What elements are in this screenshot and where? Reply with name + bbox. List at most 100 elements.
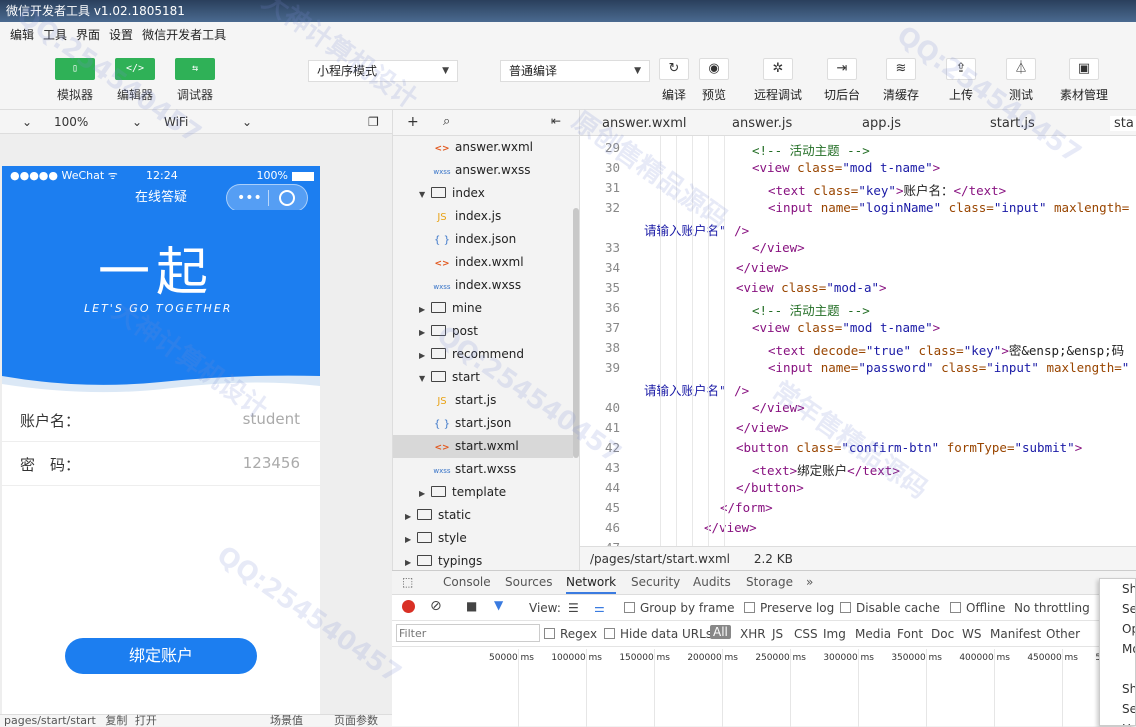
code-line[interactable]: <!-- 活动主题 --> [752,300,870,319]
hide-data-urls[interactable]: Hide data URLs [604,627,712,641]
simulator-icon[interactable]: ▯ [55,58,95,80]
context-menu-item[interactable]: Sh [1100,579,1135,599]
code-line[interactable]: </view> [736,260,789,275]
tab-console[interactable]: Console [443,575,491,589]
code-line[interactable]: </view> [752,400,805,415]
menu-view[interactable]: 界面 [76,26,100,43]
type-font[interactable]: Font [897,627,923,641]
tree-folder[interactable]: ▼ start [393,366,573,389]
code-line[interactable]: <text class="key">账户名：</text> [768,180,1006,199]
chevron-down-icon[interactable]: ▼ [419,367,431,390]
tab-audits[interactable]: Audits [693,575,731,589]
code-line[interactable]: <text>绑定账户</text> [752,460,900,479]
context-menu-item[interactable]: Op [1100,619,1135,639]
more-tabs[interactable]: » [806,575,813,589]
tab-start-js[interactable]: start.js [990,116,1035,131]
password-input[interactable]: 123456 [243,454,300,472]
assets-button[interactable]: ▣ 素材管理 [1060,58,1108,103]
tree-file[interactable]: <> answer.wxml [393,136,573,159]
code-line[interactable]: <input name="password" class="input" max… [768,360,1129,375]
tree-file[interactable]: JS start.js [393,389,573,412]
compile-select[interactable]: 普通编译 ▼ [500,60,650,82]
context-menu-item[interactable]: Sh [1100,679,1135,699]
code-line[interactable]: </view> [752,240,805,255]
device-select-chevron-icon[interactable]: ⌄ [22,112,32,132]
capsule-menu[interactable]: ••• [226,184,308,212]
throttling-select[interactable]: No throttling [1014,601,1090,615]
tree-folder[interactable]: ▶ mine [393,297,573,320]
code-line[interactable]: <!-- 活动主题 --> [752,140,870,159]
code-line[interactable]: <view class="mod-a"> [736,280,887,295]
tree-folder[interactable]: ▶ template [393,481,573,504]
debugger-icon[interactable]: ⇆ [175,58,215,80]
code-area[interactable]: 29 <!-- 活动主题 --> 30 <view class="mod t-name… [580,136,1136,546]
clear-cache-button[interactable]: ≋ 清缓存 [879,58,923,103]
inspect-icon[interactable]: ⬚ [402,575,413,589]
offline[interactable]: Offline [950,601,1005,615]
code-line[interactable]: <input name="loginName" class="input" ma… [768,200,1129,215]
tab-app-js[interactable]: app.js [862,116,901,131]
type-js[interactable]: JS [772,627,783,641]
bind-account-button[interactable]: 绑定账户 [65,638,257,674]
code-line[interactable]: <text decode="true" class="key">密&ensp;&… [768,340,1124,359]
type-other[interactable]: Other [1046,627,1080,641]
regex[interactable]: Regex [544,627,597,641]
filter-input[interactable] [396,624,540,642]
tree-file[interactable]: JS index.js [393,205,573,228]
code-line[interactable]: </view> [704,520,757,535]
tab-start-wxml[interactable]: sta [1110,116,1136,131]
preserve-log[interactable]: Preserve log [744,601,834,615]
account-input[interactable]: student [243,410,300,428]
tree-file[interactable]: { } start.json [393,412,573,435]
tree-folder[interactable]: ▶ post [393,320,573,343]
menu-tools[interactable]: 工具 [43,26,67,43]
remote-debug-button[interactable]: ✲ 远程调试 [754,58,802,103]
tab-network[interactable]: Network [566,575,617,594]
group-by-frame[interactable]: Group by frame [624,601,734,615]
code-line[interactable]: <view class="mod t-name"> [752,320,940,335]
mode-select[interactable]: 小程序模式 ▼ [308,60,458,82]
type-css[interactable]: CSS [794,627,818,641]
menu-edit[interactable]: 编辑 [10,26,34,43]
record-icon[interactable] [402,600,415,613]
list-view-icon[interactable]: ☰ [568,601,579,615]
scene-value[interactable]: 场景值 [270,715,303,727]
copy-link[interactable]: 复制 [105,714,127,727]
tree-folder[interactable]: ▶ style [393,527,573,550]
editor-icon[interactable]: </> [115,58,155,80]
tree-scrollbar[interactable] [573,208,579,458]
code-line[interactable]: </button> [736,480,804,495]
menu-settings[interactable]: 设置 [109,26,133,43]
tree-file[interactable]: <> start.wxml [393,435,573,458]
chevron-right-icon[interactable]: ▶ [419,321,431,344]
waterfall-view-icon[interactable]: ⚌ [594,601,605,615]
add-icon[interactable]: + [407,114,419,130]
code-line[interactable]: </form> [720,500,773,515]
type-manifest[interactable]: Manifest [990,627,1041,641]
close-target-icon[interactable] [279,190,295,206]
chevron-down-icon[interactable]: ⌄ [132,112,142,132]
context-menu-item[interactable] [1100,659,1135,679]
type-media[interactable]: Media [855,627,891,641]
code-line[interactable]: <button class="confirm-btn" formType="su… [736,440,1082,455]
tree-folder[interactable]: ▶ static [393,504,573,527]
search-icon[interactable]: ⌕ [443,114,450,129]
context-menu-item[interactable]: Se [1100,699,1135,719]
filter-icon[interactable]: ▼ [494,598,503,612]
detach-window-icon[interactable]: ❐ [368,112,379,132]
more-icon[interactable]: ••• [237,185,262,211]
page-params[interactable]: 页面参数 [334,715,378,727]
tab-sources[interactable]: Sources [505,575,552,589]
chevron-down-icon[interactable]: ▼ [419,183,431,206]
context-menu-item[interactable]: Mo [1100,639,1135,659]
network-timeline[interactable]: 50000 ms 100000 ms 150000 ms 200000 ms 25000… [392,649,1136,727]
disable-cache[interactable]: Disable cache [840,601,940,615]
type-img[interactable]: Img [823,627,846,641]
zoom-select[interactable]: 100% [54,112,88,132]
tree-file[interactable]: <> index.wxml [393,251,573,274]
tree-file[interactable]: wxss start.wxss [393,458,573,481]
chevron-right-icon[interactable]: ▶ [405,505,417,528]
context-menu-item[interactable]: Se [1100,599,1135,619]
network-select[interactable]: WiFi [164,112,188,132]
preview-button[interactable]: ◉ 预览 [692,58,736,103]
